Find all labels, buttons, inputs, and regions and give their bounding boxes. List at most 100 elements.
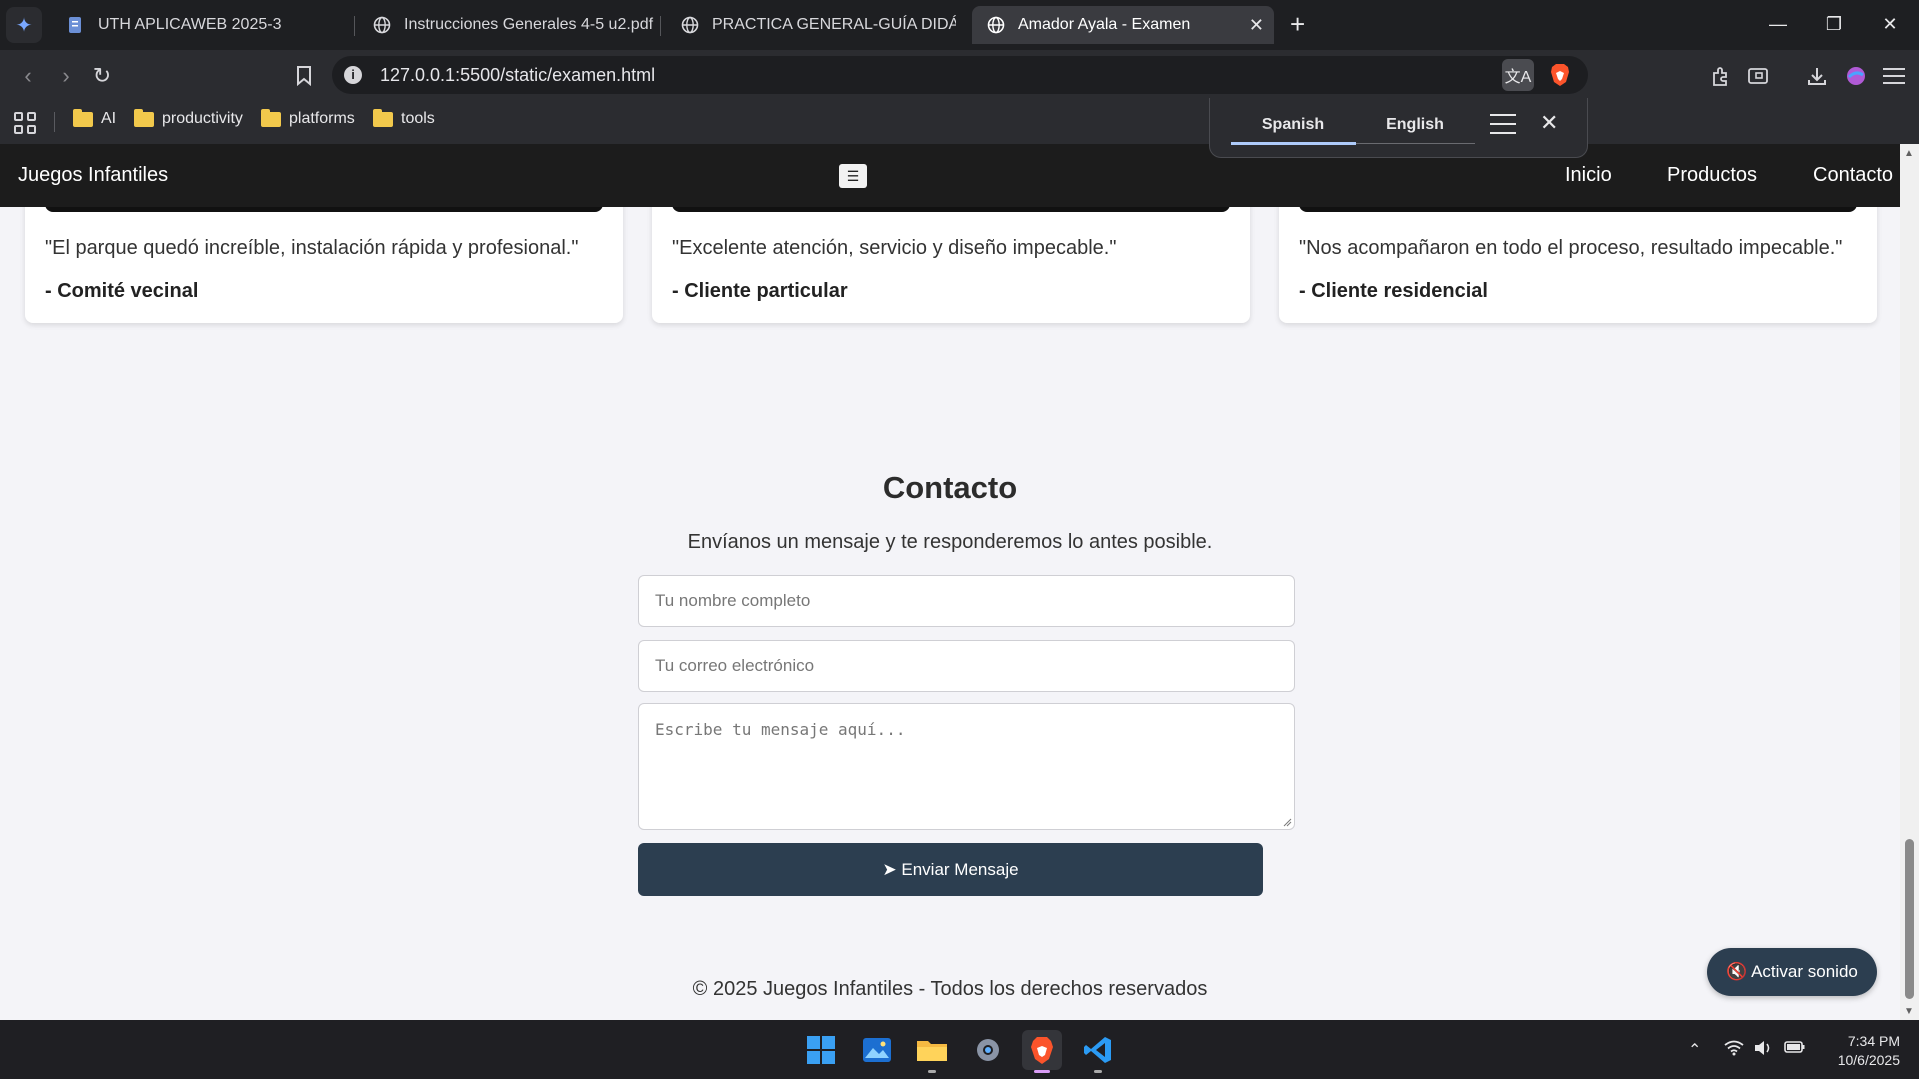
volume-icon[interactable] xyxy=(1753,1040,1773,1061)
show-hidden-icons-icon[interactable]: ⌃ xyxy=(1688,1040,1701,1060)
clock-date: 10/6/2025 xyxy=(1837,1052,1900,1068)
tab-uth-aplicaweb[interactable]: UTH APLICAWEB 2025-3 xyxy=(52,6,348,44)
tab-title: Instrucciones Generales 4-5 u2.pdf xyxy=(404,16,654,33)
tab-title: Amador Ayala - Examen xyxy=(1018,16,1191,33)
folder-icon xyxy=(134,108,154,127)
extensions-icon[interactable] xyxy=(1707,62,1735,90)
document-icon xyxy=(66,15,86,35)
bookmark-folder-tools[interactable]: tools xyxy=(373,108,435,128)
wifi-icon[interactable] xyxy=(1724,1040,1744,1061)
globe-icon xyxy=(372,15,392,35)
site-navbar: Juegos Infantiles ☰ Inicio Productos Con… xyxy=(0,144,1900,207)
close-translate-icon[interactable]: ✕ xyxy=(1540,110,1558,136)
battery-icon[interactable] xyxy=(1784,1040,1806,1059)
folder-icon xyxy=(261,108,281,127)
profile-avatar-icon[interactable] xyxy=(1842,62,1870,90)
file-explorer-icon[interactable] xyxy=(912,1030,952,1073)
taskbar-clock[interactable]: 7:34 PM 10/6/2025 xyxy=(1826,1032,1900,1070)
reload-icon[interactable]: ↻ xyxy=(88,62,116,90)
brave-browser-taskbar-icon[interactable] xyxy=(1022,1030,1062,1073)
site-info-icon[interactable]: i xyxy=(344,66,362,84)
new-tab-icon[interactable]: + xyxy=(1290,10,1305,38)
testimonial-author: - Cliente residencial xyxy=(1299,280,1488,302)
resize-grip-icon[interactable] xyxy=(1282,817,1292,827)
minimize-icon[interactable]: — xyxy=(1758,8,1798,40)
tab-divider xyxy=(660,16,661,36)
contact-subtitle: Envíanos un mensaje y te responderemos l… xyxy=(687,531,1213,553)
scroll-down-icon[interactable]: ▼ xyxy=(1904,1006,1914,1017)
bookmarks-bar: AI productivity platforms tools xyxy=(0,100,1919,144)
active-language-indicator xyxy=(1231,142,1356,145)
settings-app-icon[interactable] xyxy=(968,1030,1008,1070)
testimonial-quote: "Nos acompañaron en todo el proceso, res… xyxy=(1299,237,1843,259)
nav-toggle-button[interactable]: ☰ xyxy=(839,164,867,188)
translate-popup: Spanish English ✕ xyxy=(1209,98,1588,158)
wallet-icon[interactable] xyxy=(1744,62,1772,90)
testimonial-quote: "Excelente atención, servicio y diseño i… xyxy=(672,237,1117,259)
footer-copyright: © 2025 Juegos Infantiles - Todos los der… xyxy=(692,978,1208,1000)
nav-link-contacto[interactable]: Contacto xyxy=(1813,164,1893,187)
windows-start-icon[interactable] xyxy=(801,1030,841,1070)
globe-icon xyxy=(680,15,700,35)
bookmark-label: productivity xyxy=(162,110,243,127)
main-menu-icon[interactable] xyxy=(1880,62,1908,90)
running-indicator xyxy=(928,1070,936,1073)
language-tab-spanish[interactable]: Spanish xyxy=(1233,116,1353,134)
tab-amador-ayala-examen[interactable]: Amador Ayala - Examen ✕ xyxy=(972,6,1274,44)
brave-shields-icon[interactable] xyxy=(1547,62,1573,88)
translate-icon[interactable]: 文A xyxy=(1502,59,1534,91)
bookmark-folder-platforms[interactable]: platforms xyxy=(261,108,355,128)
photos-app-icon[interactable] xyxy=(857,1030,897,1070)
active-indicator xyxy=(1034,1070,1050,1073)
tab-title: UTH APLICAWEB 2025-3 xyxy=(98,16,282,33)
scroll-up-icon[interactable]: ▲ xyxy=(1904,148,1914,159)
running-indicator xyxy=(1094,1070,1102,1073)
send-message-button[interactable]: ➤ Enviar Mensaje xyxy=(638,843,1263,896)
language-tab-english[interactable]: English xyxy=(1355,116,1475,134)
url-text: 127.0.0.1:5500/static/examen.html xyxy=(380,65,656,85)
download-icon[interactable] xyxy=(1803,62,1831,90)
nav-link-inicio[interactable]: Inicio xyxy=(1565,164,1612,187)
forward-icon[interactable]: › xyxy=(52,62,80,90)
contact-heading: Contacto xyxy=(882,470,1018,505)
translate-options-menu-icon[interactable] xyxy=(1490,114,1516,141)
activate-sound-button[interactable]: 🔇 Activar sonido xyxy=(1707,948,1877,996)
testimonial-quote: "El parque quedó increíble, instalación … xyxy=(45,237,579,259)
close-window-icon[interactable]: ✕ xyxy=(1870,8,1910,40)
testimonial-card: "El parque quedó increíble, instalación … xyxy=(25,190,623,323)
email-input[interactable] xyxy=(638,640,1295,692)
clock-time: 7:34 PM xyxy=(1847,1033,1900,1049)
testimonial-author: - Comité vecinal xyxy=(45,280,199,302)
tab-instrucciones-pdf[interactable]: Instrucciones Generales 4-5 u2.pdf xyxy=(358,6,654,44)
tab-divider xyxy=(354,16,355,36)
restore-icon[interactable]: ❐ xyxy=(1814,8,1854,40)
bookmark-label: AI xyxy=(101,110,117,127)
address-bar[interactable]: i 127.0.0.1:5500/static/examen.html xyxy=(332,56,1588,94)
testimonial-author: - Cliente particular xyxy=(672,280,848,302)
browser-menu-sparkle-icon[interactable]: ✦ xyxy=(6,7,42,43)
browser-toolbar: ‹ › ↻ i 127.0.0.1:5500/static/examen.htm… xyxy=(0,50,1919,100)
bookmark-icon[interactable] xyxy=(290,62,318,90)
scrollbar-thumb[interactable] xyxy=(1905,839,1914,999)
site-brand[interactable]: Juegos Infantiles xyxy=(18,164,168,187)
tab-practica-general[interactable]: PRACTICA GENERAL-GUÍA DIDÁCTIC xyxy=(666,6,956,44)
folder-icon xyxy=(73,108,93,127)
bookmark-folder-ai[interactable]: AI xyxy=(73,108,117,128)
folder-icon xyxy=(373,108,393,127)
bookmark-label: tools xyxy=(401,110,435,127)
testimonial-card: "Nos acompañaron en todo el proceso, res… xyxy=(1279,190,1877,323)
browser-tab-strip: ✦ UTH APLICAWEB 2025-3 Instrucciones Gen… xyxy=(0,0,1919,50)
vscode-icon[interactable] xyxy=(1078,1030,1118,1073)
bookmarks-divider xyxy=(54,112,55,132)
globe-icon xyxy=(986,15,1006,35)
bookmark-label: platforms xyxy=(289,110,355,127)
nav-link-productos[interactable]: Productos xyxy=(1667,164,1757,187)
close-tab-icon[interactable]: ✕ xyxy=(1249,15,1264,36)
message-textarea[interactable] xyxy=(638,703,1295,830)
name-input[interactable] xyxy=(638,575,1295,627)
language-divider xyxy=(1356,143,1475,144)
page-scrollbar[interactable]: ▲ ▼ xyxy=(1900,144,1919,1020)
back-icon[interactable]: ‹ xyxy=(14,62,42,90)
apps-grid-icon[interactable] xyxy=(14,112,36,134)
bookmark-folder-productivity[interactable]: productivity xyxy=(134,108,243,128)
